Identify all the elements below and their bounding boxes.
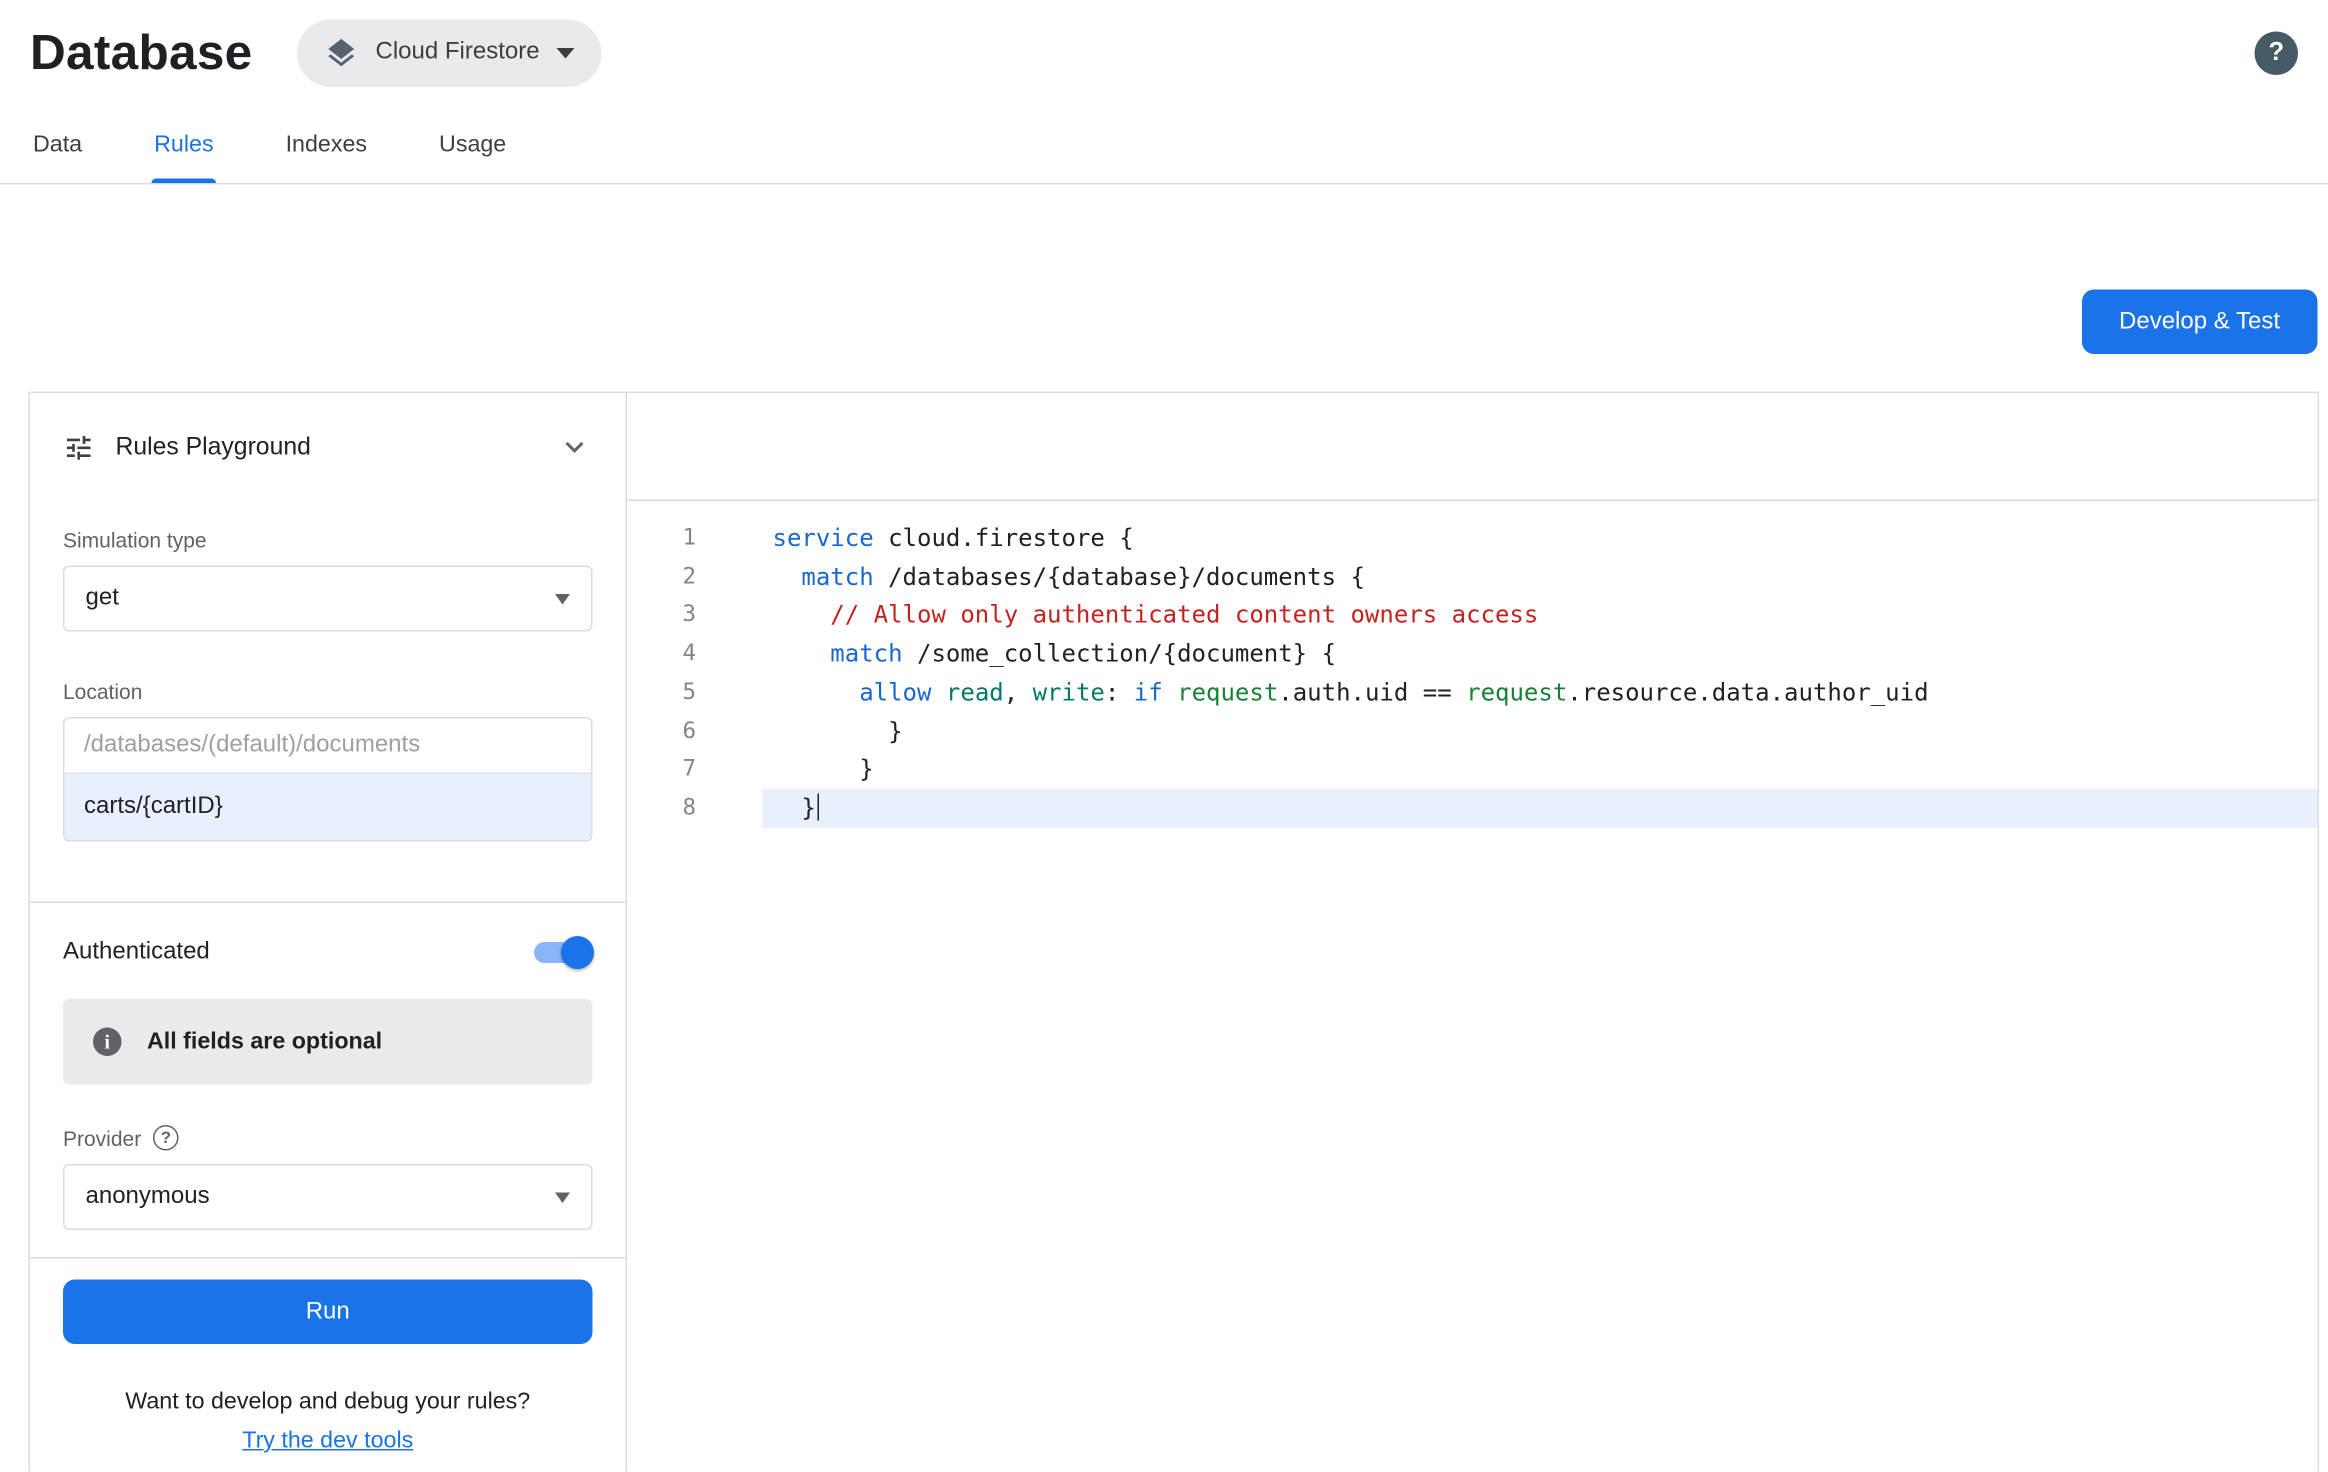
code-line: 2 match /databases/{database}/documents … — [627, 558, 2318, 597]
line-number: 3 — [627, 596, 762, 635]
code-editor[interactable]: 1service cloud.firestore {2 match /datab… — [627, 501, 2318, 1472]
run-button[interactable]: Run — [63, 1280, 593, 1345]
text-cursor — [817, 793, 819, 820]
info-banner: i All fields are optional — [63, 999, 593, 1085]
rules-playground-panel: Rules Playground Simulation type get Loc… — [30, 393, 627, 1472]
firebase-database-page: Database Cloud Firestore ? Data Rules Inde… — [0, 0, 2328, 1472]
authenticated-row: Authenticated — [63, 939, 593, 966]
info-banner-text: All fields are optional — [147, 1028, 382, 1055]
line-number: 4 — [627, 635, 762, 674]
code-line: 5 allow read, write: if request.auth.uid… — [627, 673, 2318, 712]
database-selector[interactable]: Cloud Firestore — [298, 19, 602, 87]
tab-indexes[interactable]: Indexes — [283, 105, 370, 183]
code-text[interactable]: } — [762, 789, 2318, 828]
dropdown-arrow-icon — [555, 593, 570, 604]
tabs: Data Rules Indexes Usage — [0, 105, 2328, 185]
divider — [30, 1257, 626, 1259]
line-number: 8 — [627, 789, 762, 828]
code-line: 6 } — [627, 712, 2318, 751]
code-text[interactable]: match /some_collection/{document} { — [762, 635, 2318, 674]
page-title: Database — [30, 24, 253, 81]
code-text[interactable]: match /databases/{database}/documents { — [762, 558, 2318, 597]
location-box: /databases/(default)/documents carts/{ca… — [63, 717, 593, 842]
info-icon: i — [93, 1028, 122, 1057]
toggle-thumb — [561, 936, 594, 969]
tab-usage[interactable]: Usage — [436, 105, 509, 183]
code-text[interactable]: } — [762, 712, 2318, 751]
question-mark-icon: ? — [2268, 38, 2284, 68]
firestore-icon — [325, 35, 360, 70]
simulation-type-label: Simulation type — [63, 528, 593, 552]
provider-help-icon[interactable]: ? — [153, 1125, 179, 1151]
provider-value: anonymous — [86, 1184, 210, 1211]
playground-header[interactable]: Rules Playground — [30, 393, 626, 501]
line-number: 7 — [627, 750, 762, 789]
code-line: 3 // Allow only authenticated content ow… — [627, 596, 2318, 635]
authenticated-toggle[interactable] — [534, 942, 590, 963]
playground-body: Simulation type get Location /databases/… — [30, 528, 626, 1455]
help-button[interactable]: ? — [2255, 31, 2299, 75]
code-text[interactable]: // Allow only authenticated content owne… — [762, 596, 2318, 635]
divider — [30, 902, 626, 904]
provider-label: Provider — [63, 1126, 141, 1150]
tab-rules[interactable]: Rules — [151, 105, 216, 183]
simulation-type-select[interactable]: get — [63, 566, 593, 632]
page-header: Database Cloud Firestore ? — [0, 0, 2328, 105]
location-input[interactable]: carts/{cartID} — [65, 773, 592, 841]
develop-test-button[interactable]: Develop & Test — [2082, 290, 2318, 355]
line-number: 6 — [627, 712, 762, 751]
chevron-down-icon — [556, 47, 574, 58]
dropdown-arrow-icon — [555, 1192, 570, 1203]
dev-tools-footer: Want to develop and debug your rules? Tr… — [63, 1389, 593, 1455]
playground-title: Rules Playground — [116, 433, 311, 462]
code-line: 7 } — [627, 750, 2318, 789]
provider-row: Provider ? — [63, 1125, 593, 1151]
code-text[interactable]: service cloud.firestore { — [762, 519, 2318, 558]
code-line: 4 match /some_collection/{document} { — [627, 635, 2318, 674]
rules-main-panel: Rules Playground Simulation type get Loc… — [29, 392, 2320, 1472]
location-label: Location — [63, 680, 593, 704]
authenticated-label: Authenticated — [63, 939, 210, 966]
line-number: 1 — [627, 519, 762, 558]
chevron-down-icon[interactable] — [557, 429, 593, 465]
code-line: 1service cloud.firestore { — [627, 519, 2318, 558]
location-placeholder[interactable]: /databases/(default)/documents — [65, 719, 592, 773]
code-panel-header — [627, 393, 2318, 501]
code-text[interactable]: } — [762, 750, 2318, 789]
simulation-type-value: get — [86, 585, 119, 612]
code-line: 8 } — [627, 789, 2318, 828]
actions-row: Develop & Test — [0, 290, 2328, 355]
dev-tools-link[interactable]: Try the dev tools — [242, 1428, 413, 1455]
tune-icon — [63, 431, 95, 463]
dev-tools-question: Want to develop and debug your rules? — [63, 1389, 593, 1416]
line-number: 2 — [627, 558, 762, 597]
provider-select[interactable]: anonymous — [63, 1164, 593, 1230]
tab-data[interactable]: Data — [30, 105, 85, 183]
code-text[interactable]: allow read, write: if request.auth.uid =… — [762, 673, 2318, 712]
database-selector-label: Cloud Firestore — [376, 39, 540, 66]
code-panel: 1service cloud.firestore {2 match /datab… — [627, 393, 2318, 1472]
line-number: 5 — [627, 673, 762, 712]
